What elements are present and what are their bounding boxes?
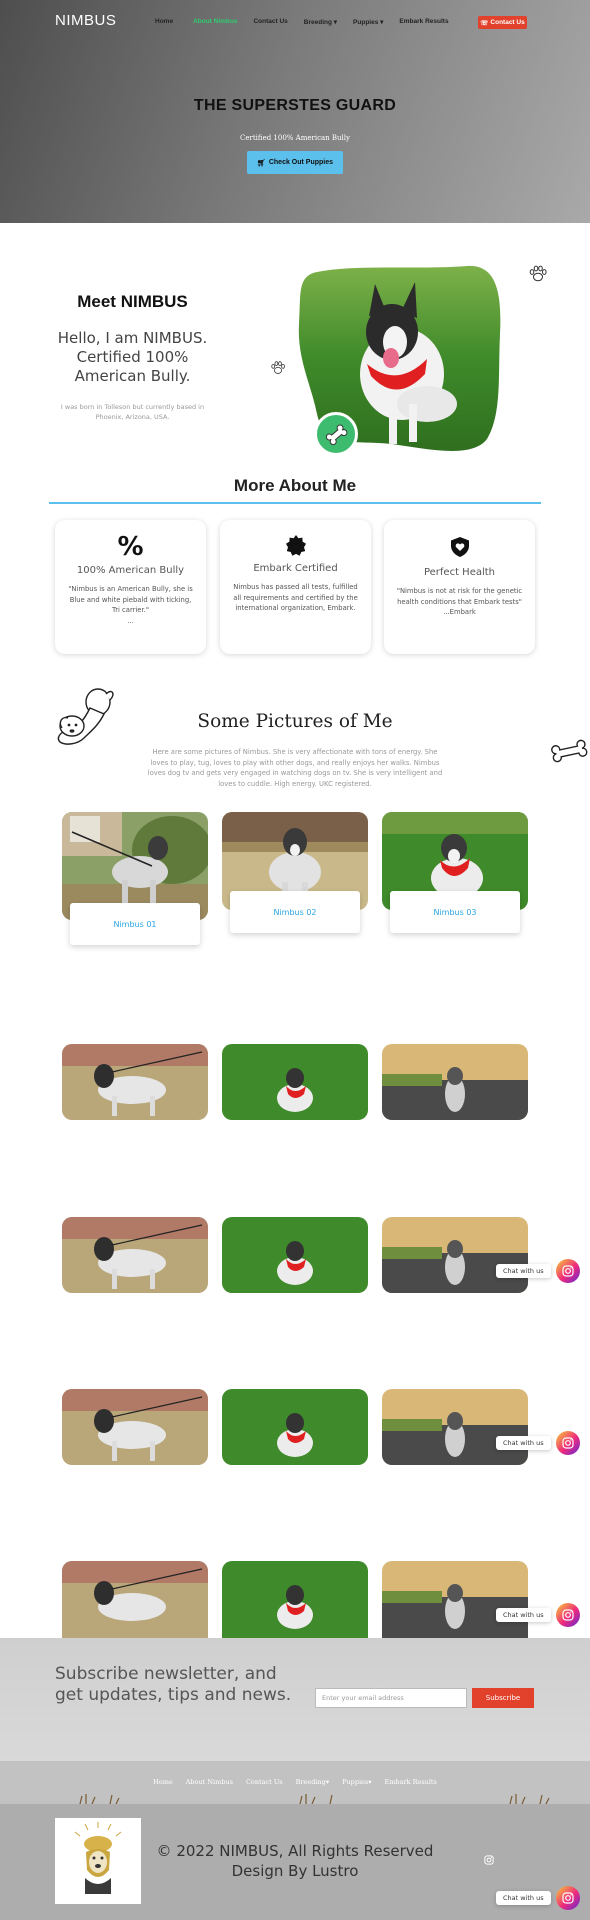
footer-nav-breeding-label: Breeding <box>295 1778 326 1786</box>
pictures-title: Some Pictures of Me <box>197 711 393 732</box>
nav-home[interactable]: Home <box>155 18 173 26</box>
info-card: % 100% American Bully "Nimbus is an Amer… <box>55 520 206 654</box>
shield-heart-icon <box>384 537 535 561</box>
nav-breeding-label: Breeding <box>303 19 332 26</box>
photo-label[interactable]: Nimbus 02 <box>230 891 360 933</box>
chat-widget[interactable]: Chat with us <box>496 1259 580 1283</box>
meet-title: Meet NIMBUS <box>77 292 188 311</box>
copyright: © 2022 NIMBUS, All Rights Reserved Desig… <box>150 1841 440 1881</box>
chat-label[interactable]: Chat with us <box>496 1264 551 1278</box>
email-input[interactable]: Enter your email address <box>315 1688 467 1708</box>
card-text: Nimbus has passed all tests, fulfilled a… <box>230 582 361 614</box>
design-credit: Design By Lustro <box>231 1862 359 1880</box>
instagram-icon[interactable] <box>484 1855 494 1865</box>
nav-contact[interactable]: Contact Us <box>253 18 287 26</box>
gallery-photo[interactable] <box>382 1044 528 1120</box>
bone-badge <box>314 412 358 456</box>
nav-embark[interactable]: Embark Results <box>399 18 448 26</box>
main-nav: Home About Nimbus Contact Us Breeding ▾ … <box>155 18 449 26</box>
gallery-photo[interactable] <box>222 1561 368 1638</box>
footer-nav-contact[interactable]: Contact Us <box>246 1778 283 1786</box>
phone-icon: ☏ <box>480 19 489 27</box>
chevron-down-icon: ▾ <box>368 1778 372 1786</box>
section-divider <box>49 502 541 504</box>
footer-nav-about[interactable]: About Nimbus <box>186 1778 233 1786</box>
footer-nav: Home About Nimbus Contact Us Breeding▾ P… <box>0 1761 590 1804</box>
gallery-photo[interactable] <box>62 1217 208 1293</box>
footer-logo[interactable] <box>55 1818 141 1904</box>
card-text: "Nimbus is not at risk for the genetic h… <box>394 586 525 618</box>
nav-puppies-label: Puppies <box>353 19 379 26</box>
pictures-description: Here are some pictures of Nimbus. She is… <box>147 748 443 788</box>
grass-decoration <box>79 1794 550 1804</box>
chat-widget[interactable]: Chat with us <box>496 1431 580 1455</box>
footer-nav-puppies-label: Puppies <box>342 1778 369 1786</box>
instagram-icon[interactable] <box>555 1886 580 1910</box>
meet-bio: I was born in Tolleson but currently bas… <box>60 403 205 421</box>
more-about-title: More About Me <box>233 476 357 495</box>
footer-nav-puppies[interactable]: Puppies▾ <box>342 1778 371 1786</box>
brand-logo-text[interactable]: NIMBUS <box>55 12 116 29</box>
chevron-down-icon: ▾ <box>333 19 338 26</box>
card-text-extra: ...Embark <box>443 608 476 616</box>
paw-icon <box>529 265 547 282</box>
info-card: Embark Certified Nimbus has passed all t… <box>220 520 371 654</box>
card-text: "Nimbus is an American Bully, she is Blu… <box>65 584 196 626</box>
footer-nav-embark[interactable]: Embark Results <box>385 1778 437 1786</box>
card-title: 100% American Bully <box>76 565 185 576</box>
cart-icon: 🛒︎ <box>256 159 266 167</box>
gallery-photo[interactable] <box>62 1561 208 1638</box>
percent-icon: % <box>117 532 144 562</box>
instagram-icon[interactable] <box>555 1431 580 1455</box>
newsletter-text: Subscribe newsletter, and get updates, t… <box>55 1664 292 1705</box>
badge-icon <box>220 534 371 562</box>
nav-about[interactable]: About Nimbus <box>193 18 237 26</box>
card-title: Perfect Health <box>423 567 496 578</box>
instagram-icon[interactable] <box>555 1259 580 1283</box>
copyright-text: © 2022 NIMBUS, All Rights Reserved <box>156 1842 434 1860</box>
info-card: Perfect Health "Nimbus is not at risk fo… <box>384 520 535 654</box>
contact-button[interactable]: ☏ Contact Us <box>478 16 527 29</box>
card-text-body: Nimbus has passed all tests, fulfilled a… <box>233 583 358 612</box>
bone-icon <box>551 739 588 763</box>
photo-label[interactable]: Nimbus 03 <box>390 891 520 933</box>
chat-label[interactable]: Chat with us <box>496 1891 551 1905</box>
subscribe-button[interactable]: Subscribe <box>472 1688 534 1708</box>
chat-widget[interactable]: Chat with us <box>496 1603 580 1627</box>
chevron-down-icon: ▾ <box>380 19 384 26</box>
newsletter-section: Subscribe newsletter, and get updates, t… <box>0 1638 590 1761</box>
nav-breeding[interactable]: Breeding ▾ <box>304 18 337 26</box>
chat-label[interactable]: Chat with us <box>496 1436 551 1450</box>
bone-icon <box>325 424 348 446</box>
check-puppies-button[interactable]: 🛒︎ Check Out Puppies <box>247 151 343 174</box>
hero-subtitle: Certified 100% American Bully <box>240 134 350 142</box>
chat-widget[interactable]: Chat with us <box>496 1886 580 1910</box>
chevron-down-icon: ▾ <box>325 1778 330 1786</box>
hero-title: THE SUPERSTES GUARD <box>193 97 397 114</box>
nav-puppies[interactable]: Puppies ▾ <box>353 18 383 26</box>
chat-label[interactable]: Chat with us <box>496 1608 551 1622</box>
card-text-extra: ... <box>127 616 134 625</box>
footer-nav-breeding[interactable]: Breeding▾ <box>296 1778 329 1786</box>
gallery-photo[interactable] <box>222 1217 368 1293</box>
check-puppies-label: Check Out Puppies <box>268 159 334 166</box>
hero-section: NIMBUS Home About Nimbus Contact Us Bree… <box>0 0 590 223</box>
gallery-photo[interactable] <box>222 1389 368 1465</box>
footer-nav-home[interactable]: Home <box>153 1778 173 1786</box>
instagram-icon[interactable] <box>555 1603 580 1627</box>
gallery-photo[interactable] <box>62 1389 208 1465</box>
dog-crest-logo <box>74 1822 122 1894</box>
card-text-body: "Nimbus is not at risk for the genetic h… <box>396 587 523 606</box>
card-title: Embark Certified <box>253 563 338 574</box>
gallery-photo[interactable] <box>62 1044 208 1120</box>
gallery-photo[interactable] <box>222 1044 368 1120</box>
meet-lead: Hello, I am NIMBUS. Certified 100% Ameri… <box>57 329 208 385</box>
contact-button-label: Contact Us <box>490 19 525 26</box>
photo-label[interactable]: Nimbus 01 <box>70 903 200 945</box>
paw-icon <box>271 361 285 374</box>
card-text-body: "Nimbus is an American Bully, she is Blu… <box>68 585 193 614</box>
